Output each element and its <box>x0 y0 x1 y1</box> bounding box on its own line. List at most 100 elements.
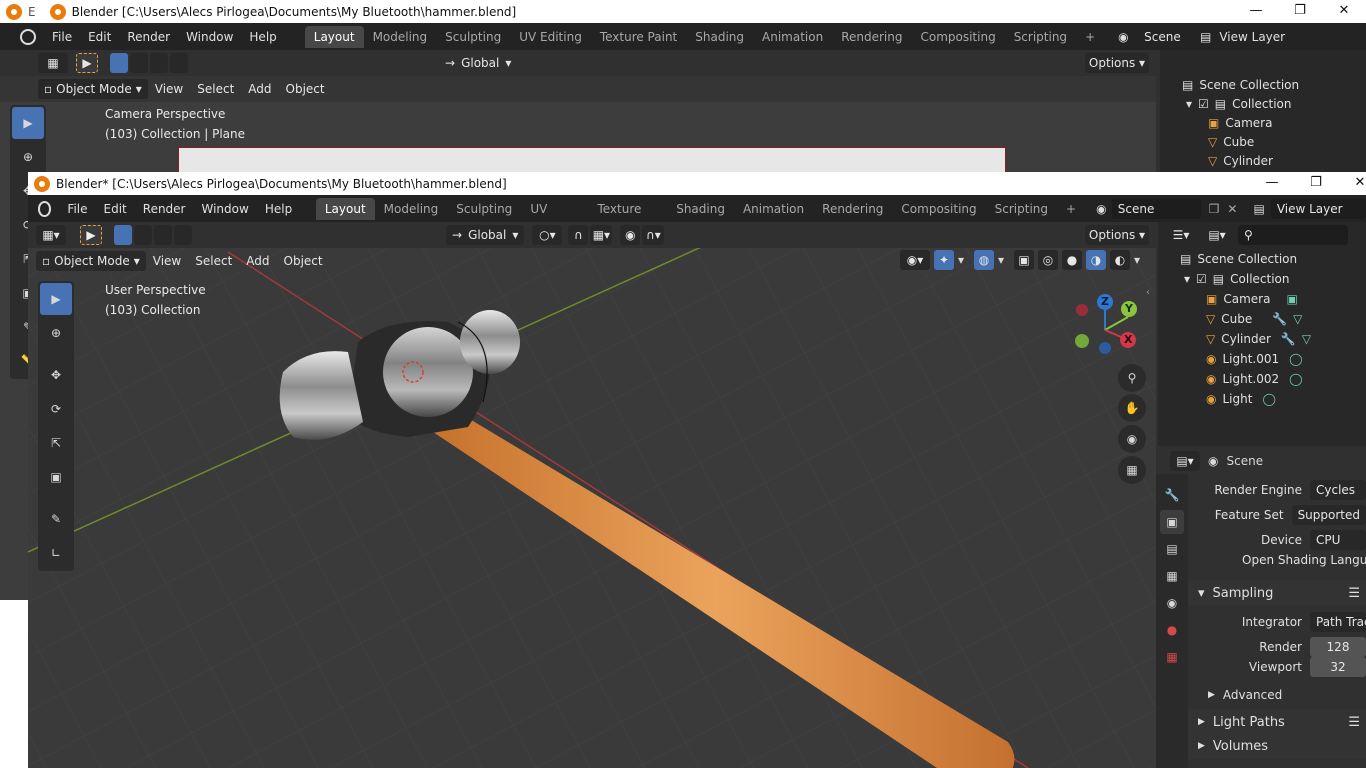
outliner-row[interactable]: ▽ Cube 🔧 ▽ <box>1158 309 1366 329</box>
advanced-subpanel[interactable]: ▶ Advanced <box>1208 688 1282 702</box>
editor-type-icon[interactable]: ▦ <box>38 53 68 73</box>
snap-icon[interactable]: ∩ <box>568 225 589 245</box>
transform-tool-icon[interactable]: ▣ <box>40 461 72 493</box>
back-view-layer[interactable]: ▤ View Layer <box>1200 27 1366 47</box>
mode-intersect-icon[interactable] <box>174 225 192 245</box>
outliner-row[interactable]: ◉ Light.002 ◯ <box>1158 369 1366 389</box>
outliner-row[interactable]: ▾ ☑ ▤ Collection <box>1158 269 1366 289</box>
select-box-icon[interactable]: ▶ <box>80 225 102 245</box>
tab-compositing[interactable]: Compositing <box>892 198 985 220</box>
outliner-row[interactable]: ▤ Scene Collection <box>1160 75 1366 95</box>
tool-tab-icon[interactable]: 🔧 <box>1160 483 1184 507</box>
mode-extend-icon[interactable] <box>130 53 148 73</box>
add-workspace-icon[interactable]: + <box>1057 198 1085 220</box>
menu-file[interactable]: File <box>44 30 80 44</box>
remove-scene-icon[interactable]: ✕ <box>1227 202 1237 216</box>
select-menu[interactable]: Select <box>188 251 239 271</box>
measure-tool-icon[interactable]: ∟ <box>40 537 72 569</box>
back-mode-select[interactable]: ▫ Object Mode ▾ <box>38 79 148 99</box>
viewport-samples-field[interactable]: 32 <box>1310 657 1366 677</box>
outliner-row[interactable]: ▤ Scene Collection <box>1158 249 1366 269</box>
new-scene-icon[interactable]: ❐ <box>1209 202 1220 216</box>
tab-texture-paint[interactable]: Texture Paint <box>591 26 686 48</box>
sidebar-toggle-icon[interactable]: ‹ <box>1146 287 1150 298</box>
select-tool-icon[interactable]: ▶ <box>40 283 72 315</box>
view-layer-field[interactable]: View Layer <box>1270 198 1366 219</box>
maximize-button[interactable]: ❐ <box>1278 0 1322 23</box>
move-tool-icon[interactable]: ✥ <box>40 359 72 391</box>
mode-subtract-icon[interactable] <box>150 53 168 73</box>
display-mode-icon[interactable]: ▤▾ <box>1202 225 1232 245</box>
outliner-row[interactable]: ◉ Light ◯ <box>1158 389 1366 409</box>
mode-new-icon[interactable] <box>110 53 128 73</box>
outliner-row[interactable]: ▣ Camera <box>1160 113 1366 133</box>
camera-view-icon[interactable]: ◉ <box>1118 425 1146 453</box>
front-viewport[interactable]: ▦▾ ▶ → Global ▾ ○▾ ∩ ▦▾ ◉ ∩▾ Options ▾ ▫ Ob… <box>28 222 1156 768</box>
cursor-tool-icon[interactable]: ⊕ <box>40 317 72 349</box>
menu-render[interactable]: Render <box>119 30 178 44</box>
sampling-panel-header[interactable]: ▾ Sampling ☰ <box>1188 580 1366 606</box>
outliner-editor-type-icon[interactable]: ☰▾ <box>1166 225 1196 245</box>
outliner-row[interactable]: ▣ Camera ▣ <box>1158 289 1366 309</box>
tab-animation[interactable]: Animation <box>734 198 813 220</box>
integrator-select[interactable]: Path Tracing <box>1310 612 1366 632</box>
expand-icon[interactable]: ▾ <box>1186 97 1192 111</box>
outliner-row[interactable]: ▽ Cylinder 🔧 ▽ <box>1158 329 1366 349</box>
annotate-tool-icon[interactable]: ✎ <box>40 503 72 535</box>
shading-dropdown-icon[interactable]: ▾ <box>1134 253 1146 267</box>
view-layer-tab-icon[interactable]: ▦ <box>1160 564 1184 588</box>
tab-rendering[interactable]: Rendering <box>813 198 892 220</box>
menu-file[interactable]: File <box>59 202 95 216</box>
outliner-row[interactable]: ◉ Light.001 ◯ <box>1158 349 1366 369</box>
tab-scripting[interactable]: Scripting <box>1005 26 1076 48</box>
render-engine-select[interactable]: Cycles <box>1310 480 1366 500</box>
rendered-shading-icon[interactable]: ◐ <box>1110 250 1130 270</box>
transform-orientation[interactable]: → Global ▾ <box>446 225 525 245</box>
cursor-tool-icon[interactable]: ⊕ <box>12 141 44 173</box>
volumes-panel-header[interactable]: ▶ Volumes <box>1188 733 1366 759</box>
scale-tool-icon[interactable]: ⇱ <box>40 427 72 459</box>
scene-tab-icon[interactable]: ◉ <box>1160 591 1184 615</box>
outliner-search-input[interactable]: ⚲ <box>1238 225 1348 245</box>
menu-edit[interactable]: Edit <box>96 202 135 216</box>
object-menu[interactable]: Object <box>277 251 330 271</box>
close-button[interactable]: ✕ <box>1322 0 1366 23</box>
view-menu[interactable]: View <box>146 251 188 271</box>
solid-shading-icon[interactable]: ● <box>1062 250 1082 270</box>
presets-icon[interactable]: ☰ <box>1348 586 1360 601</box>
output-tab-icon[interactable]: ▤ <box>1160 537 1184 561</box>
minimize-button[interactable]: — <box>1250 172 1294 195</box>
render-tab-icon[interactable]: ▣ <box>1160 510 1184 534</box>
checkbox-icon[interactable]: ☑ <box>1196 272 1207 286</box>
feature-set-select[interactable]: Supported <box>1291 505 1366 525</box>
transform-orientation[interactable]: → Global ▾ <box>438 53 518 73</box>
tab-scripting[interactable]: Scripting <box>986 198 1057 220</box>
tab-modeling[interactable]: Modeling <box>364 26 437 48</box>
tab-sculpting[interactable]: Sculpting <box>436 26 510 48</box>
pan-hand-icon[interactable]: ✋ <box>1118 394 1146 422</box>
gizmo-toggle-icon[interactable]: ✦ <box>934 250 954 270</box>
blender-menu-icon[interactable] <box>38 200 52 217</box>
menu-help[interactable]: Help <box>241 30 284 44</box>
visibility-icon[interactable]: ◉▾ <box>900 250 930 270</box>
select-menu[interactable]: Select <box>190 79 241 99</box>
options-button[interactable]: Options ▾ <box>1085 225 1149 245</box>
texture-tab-icon[interactable]: ▦ <box>1160 645 1184 669</box>
tab-animation[interactable]: Animation <box>753 26 832 48</box>
world-tab-icon[interactable]: ● <box>1160 618 1184 642</box>
close-button[interactable]: ✕ <box>1338 172 1366 195</box>
tab-rendering[interactable]: Rendering <box>832 26 911 48</box>
properties-editor-type-icon[interactable]: ▤▾ <box>1170 451 1200 471</box>
add-menu[interactable]: Add <box>239 251 276 271</box>
rotate-tool-icon[interactable]: ⟳ <box>40 393 72 425</box>
ortho-grid-icon[interactable]: ▦ <box>1118 456 1146 484</box>
object-menu[interactable]: Object <box>279 79 332 99</box>
tab-uv-editing[interactable]: UV Editing <box>521 198 588 238</box>
menu-edit[interactable]: Edit <box>80 30 119 44</box>
add-workspace-icon[interactable]: + <box>1076 26 1104 48</box>
minimize-button[interactable]: — <box>1234 0 1278 23</box>
device-select[interactable]: CPU <box>1310 530 1366 550</box>
overlay-dropdown-icon[interactable]: ▾ <box>998 253 1010 267</box>
tab-compositing[interactable]: Compositing <box>911 26 1004 48</box>
outliner-row[interactable]: ▽ Cube <box>1160 132 1366 152</box>
